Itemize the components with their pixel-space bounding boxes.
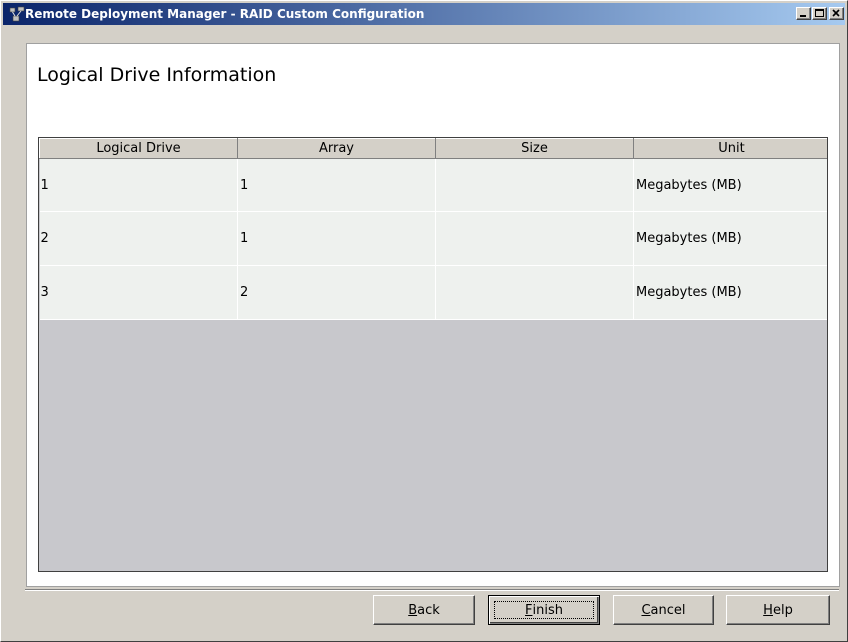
back-mnemonic: B — [408, 602, 418, 618]
cancel-button[interactable]: Cancel — [613, 595, 714, 625]
unit-cell[interactable]: Megabytes (MB) — [633, 211, 827, 266]
close-button[interactable] — [829, 7, 844, 20]
table-row[interactable]: 2 1 Megabytes (MB) — [39, 211, 827, 266]
content-panel: Logical Drive Information Logical Drive … — [26, 43, 840, 587]
maximize-button[interactable] — [812, 7, 827, 20]
logical-drive-cell[interactable]: 1 — [39, 158, 238, 212]
cancel-label: ancel — [650, 602, 686, 618]
help-mnemonic: H — [763, 602, 773, 618]
size-cell[interactable] — [435, 211, 634, 266]
back-label: ack — [417, 602, 440, 618]
table-row[interactable]: 1 1 Megabytes (MB) — [39, 158, 827, 212]
column-header-array[interactable]: Array — [237, 138, 436, 159]
page-title: Logical Drive Information — [37, 64, 277, 86]
logical-drive-cell[interactable]: 2 — [39, 211, 238, 266]
maximize-icon — [815, 9, 824, 17]
finish-button[interactable]: Finish — [488, 595, 600, 625]
logical-drive-table[interactable]: Logical Drive Array Size Unit 1 1 Megaby… — [38, 137, 828, 572]
table-header-row: Logical Drive Array Size Unit — [39, 138, 827, 159]
button-bar-divider — [25, 589, 839, 591]
back-button[interactable]: Back — [373, 595, 475, 625]
column-header-unit[interactable]: Unit — [633, 138, 827, 159]
main-window: Remote Deployment Manager - RAID Custom … — [0, 0, 848, 642]
window-title: Remote Deployment Manager - RAID Custom … — [25, 7, 425, 21]
array-cell[interactable]: 1 — [237, 211, 436, 266]
size-cell[interactable] — [435, 265, 634, 320]
logical-drive-cell[interactable]: 3 — [39, 265, 238, 320]
minimize-button[interactable] — [796, 7, 811, 20]
array-cell[interactable]: 1 — [237, 158, 436, 212]
unit-cell[interactable]: Megabytes (MB) — [633, 158, 827, 212]
array-cell[interactable]: 2 — [237, 265, 436, 320]
app-network-icon[interactable] — [9, 6, 25, 22]
column-header-size[interactable]: Size — [435, 138, 634, 159]
size-cell[interactable] — [435, 158, 634, 212]
table-row[interactable]: 3 2 Megabytes (MB) — [39, 265, 827, 320]
help-label: elp — [772, 602, 793, 618]
minimize-icon — [800, 15, 806, 17]
logical-drive-grid: Logical Drive Array Size Unit 1 1 Megaby… — [39, 138, 827, 320]
title-bar[interactable]: Remote Deployment Manager - RAID Custom … — [3, 3, 845, 25]
unit-cell[interactable]: Megabytes (MB) — [633, 265, 827, 320]
cancel-mnemonic: C — [641, 602, 651, 618]
help-button[interactable]: Help — [726, 595, 830, 625]
close-icon — [832, 9, 840, 17]
focus-ring — [494, 601, 594, 619]
column-header-logical-drive[interactable]: Logical Drive — [39, 138, 238, 159]
